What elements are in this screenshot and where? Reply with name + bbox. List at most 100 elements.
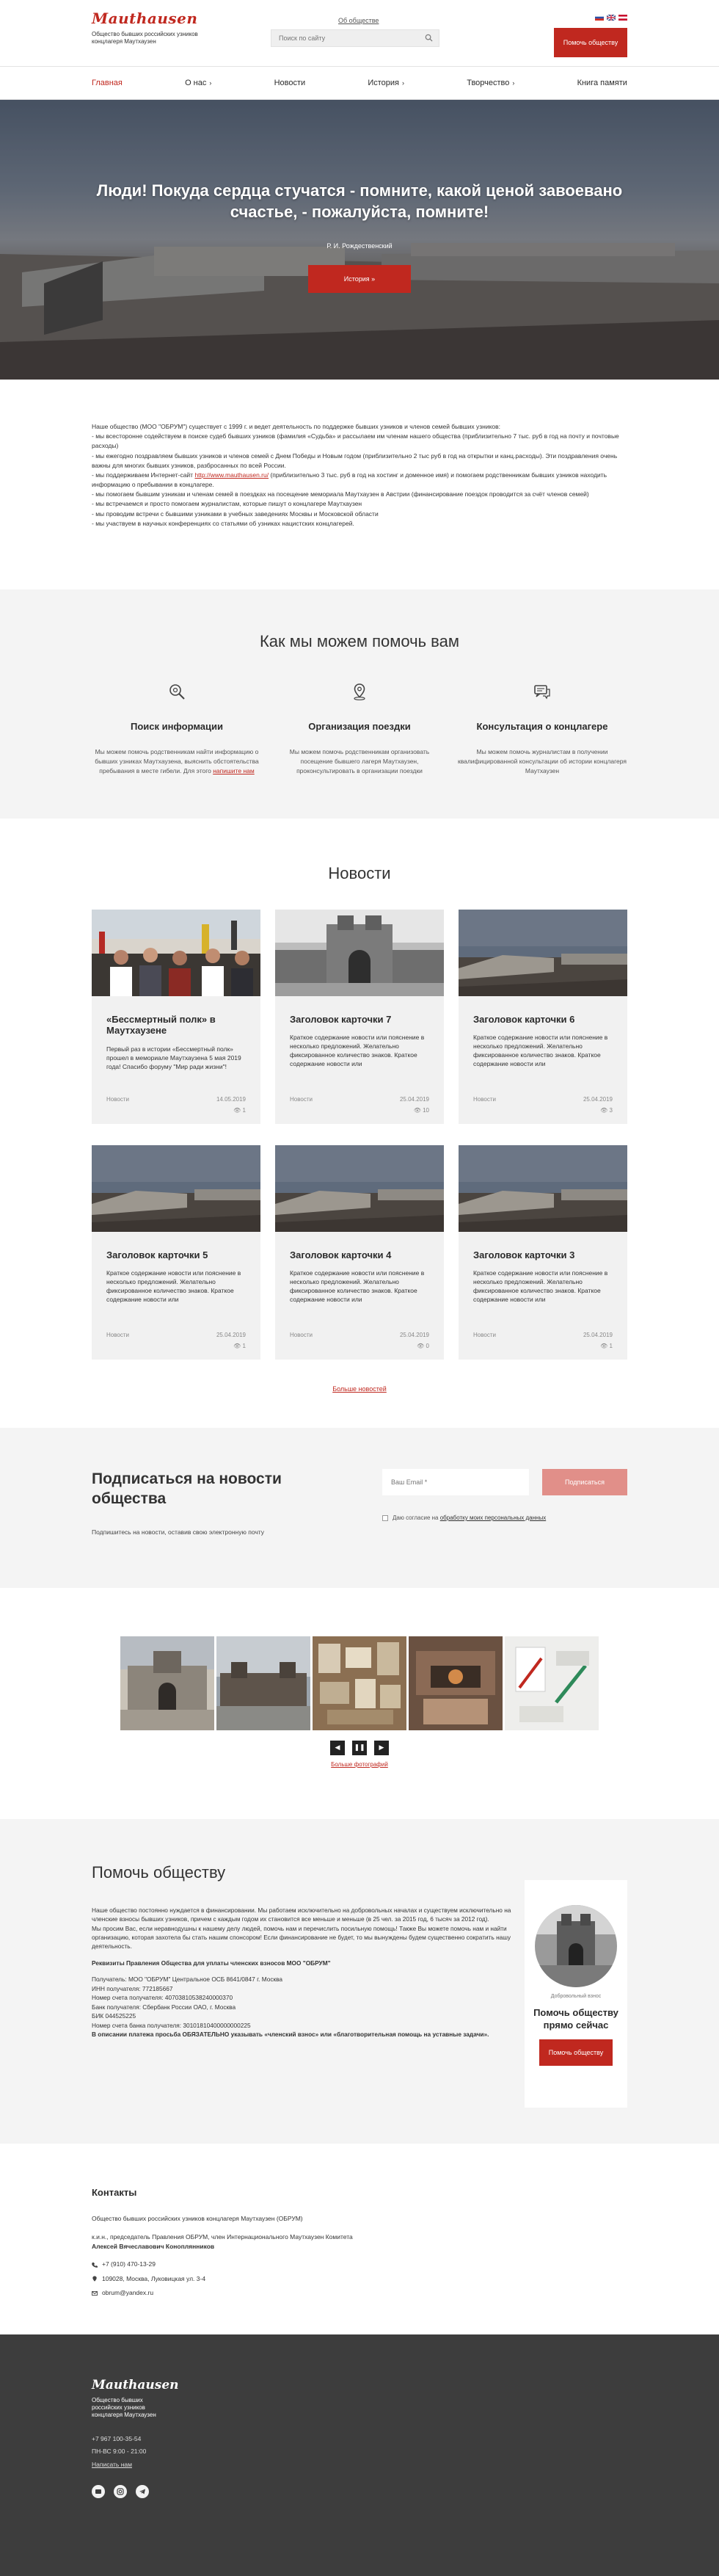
gallery-photo[interactable] [505, 1636, 599, 1730]
intro-paragraph: - мы помогаем бывшим узникам и членам се… [92, 490, 589, 498]
about-link[interactable]: Об обществе [338, 16, 379, 25]
hero-history-button[interactable]: История » [308, 265, 411, 294]
news-card-date: 25.04.2019 [399, 1332, 429, 1339]
consent-row: Даю согласие на обработку моих персональ… [382, 1514, 627, 1523]
help-item-title: Организация поездки [308, 720, 411, 732]
phone-icon [92, 2262, 98, 2268]
nav-label: Главная [92, 78, 123, 87]
news-card-date: 25.04.2019 [216, 1332, 246, 1339]
nav-item-memory-book[interactable]: Книга памяти [577, 78, 627, 89]
hero-content: Люди! Покуда сердца стучатся - помните, … [0, 181, 719, 294]
news-card-footer: Новости 25.04.2019 👁 0 [290, 1332, 429, 1351]
write-us-link[interactable]: напишите нам [213, 767, 255, 774]
contact-phone[interactable]: +7 (910) 470-13-29 [92, 2260, 627, 2268]
prev-arrow-icon[interactable]: ◀ [330, 1741, 345, 1755]
requisite-line: Номер счета получателя: 4070381053824000… [92, 1994, 233, 2002]
news-card-footer: Новости 25.04.2019 👁 1 [473, 1332, 613, 1351]
news-card-date: 25.04.2019 [583, 1096, 613, 1103]
nav-label: История [368, 78, 400, 87]
eye-icon: 👁 [417, 1342, 425, 1349]
help-columns: Поиск информации Мы можем помочь родстве… [92, 682, 627, 776]
flag-en-icon[interactable] [607, 15, 616, 21]
news-card-footer: Новости 25.04.2019 👁 1 [106, 1332, 246, 1351]
news-card-category: Новости [473, 1096, 496, 1103]
vk-icon[interactable] [92, 2485, 105, 2499]
more-news-link[interactable]: Больше новостей [92, 1385, 627, 1393]
news-card-category: Новости [473, 1332, 496, 1339]
flag-ru-icon[interactable] [595, 15, 604, 21]
next-arrow-icon[interactable]: ▶ [374, 1741, 389, 1755]
social-links [92, 2485, 627, 2499]
intro-site-link[interactable]: http://www.mauthausen.ru/ [194, 471, 269, 479]
consent-checkbox[interactable] [382, 1515, 388, 1522]
gallery-section: ◀ ❚❚ ▶ Больше фотографий [0, 1588, 719, 1819]
help-item-trip: Организация поездки Мы можем помочь родс… [274, 682, 445, 776]
language-switcher [595, 15, 627, 21]
news-card-footer: Новости 25.04.2019 👁 3 [473, 1096, 613, 1115]
instagram-icon[interactable] [114, 2485, 127, 2499]
news-card-date: 14.05.2019 [216, 1096, 246, 1103]
search-input[interactable] [271, 30, 411, 46]
nav-item-news[interactable]: Новости [274, 78, 306, 89]
privacy-link[interactable]: обработку моих персональных данных [440, 1514, 546, 1521]
flag-de-icon[interactable] [618, 15, 627, 21]
news-card-text: Краткое содержание новости или пояснение… [106, 1269, 241, 1303]
news-card-text: Краткое содержание новости или пояснение… [473, 1034, 608, 1067]
news-card[interactable]: Заголовок карточки 6 Краткое содержание … [459, 909, 627, 1124]
intro-paragraph: - мы поддерживаем Интернет-сайт http://w… [92, 471, 627, 490]
nav-item-creativity[interactable]: Творчество › [467, 78, 514, 89]
donate-note: В описании платежа просьба ОБЯЗАТЕЛЬНО у… [92, 2030, 489, 2038]
footer-logo-subtitle: Общество бывших российских узников концл… [92, 2396, 156, 2418]
site-footer: Mauthausen Общество бывших российских уз… [0, 2334, 719, 2576]
footer-phone[interactable]: +7 967 100-35-54 [92, 2435, 627, 2443]
email-field[interactable] [382, 1469, 529, 1495]
news-card-category: Новости [106, 1332, 129, 1339]
news-card-text: Первый раз в истории «Бессмертный полк» … [106, 1045, 241, 1070]
eye-icon: 👁 [600, 1106, 608, 1114]
news-card[interactable]: Заголовок карточки 3 Краткое содержание … [459, 1144, 627, 1360]
news-card[interactable]: Заголовок карточки 5 Краткое содержание … [92, 1144, 260, 1360]
subscribe-button[interactable]: Подписаться [542, 1469, 627, 1495]
news-card-text: Краткое содержание новости или пояснение… [473, 1269, 608, 1303]
donate-paragraph: Наше общество постоянно нуждается в фина… [92, 1906, 511, 1923]
nav-label: Новости [274, 78, 306, 87]
donate-text: Наше общество постоянно нуждается в фина… [92, 1906, 530, 2039]
requisite-line: БИК 044525225 [92, 2012, 136, 2020]
main-nav: Главная О нас › Новости История › Творчест… [0, 66, 719, 100]
footer-logo[interactable]: Mauthausen [92, 2377, 627, 2394]
news-card[interactable]: «Бессмертный полк» в Маутхаузене Первый … [92, 909, 260, 1124]
chat-icon [534, 684, 550, 700]
nav-item-about[interactable]: О нас › [185, 78, 211, 89]
help-item-title: Консультация о концлагере [476, 720, 608, 732]
pause-icon[interactable]: ❚❚ [352, 1741, 367, 1755]
contact-email[interactable]: obrum@yandex.ru [92, 2289, 627, 2297]
header-help-button[interactable]: Помочь обществу [554, 28, 627, 57]
subscribe-form: Подписаться Даю согласие на обработку мо… [382, 1469, 627, 1523]
donate-button[interactable]: Помочь обществу [539, 2039, 613, 2067]
contact-address-text: 109028, Москва, Луковицкая ул. 3-4 [102, 2274, 206, 2282]
gallery-photo[interactable] [409, 1636, 503, 1730]
site-logo[interactable]: Mauthausen Общество бывших российских уз… [92, 9, 216, 46]
gallery-photo[interactable] [120, 1636, 214, 1730]
nav-item-history[interactable]: История › [368, 78, 404, 89]
hero-banner: Люди! Покуда сердца стучатся - помните, … [0, 100, 719, 380]
help-title: Как мы можем помочь вам [259, 632, 459, 650]
chevron-right-icon: › [512, 79, 515, 87]
donate-paragraph: Мы просим Вас, если неравнодушны к нашем… [92, 1924, 511, 1951]
contacts-list: +7 (910) 470-13-29 109028, Москва, Луков… [92, 2260, 627, 2297]
logo-subtitle: Общество бывших российских узников концл… [92, 31, 198, 45]
telegram-icon[interactable] [136, 2485, 149, 2499]
footer-write-link[interactable]: Написать нам [92, 2461, 627, 2469]
intro-text: - мы поддерживаем Интернет-сайт [92, 471, 195, 479]
gallery-photo[interactable] [313, 1636, 406, 1730]
news-card-date: 25.04.2019 [399, 1096, 429, 1103]
news-card[interactable]: Заголовок карточки 7 Краткое содержание … [275, 909, 444, 1124]
search-icon[interactable] [425, 34, 433, 42]
more-photos-link[interactable]: Больше фотографий [0, 1761, 719, 1769]
news-card[interactable]: Заголовок карточки 4 Краткое содержание … [275, 1144, 444, 1360]
gallery-row [0, 1636, 719, 1730]
donate-requisites-title: Реквизиты Правления Общества для уплаты … [92, 1959, 331, 1967]
gallery-photo[interactable] [216, 1636, 310, 1730]
contacts-title: Контакты [92, 2187, 137, 2198]
nav-item-home[interactable]: Главная [92, 78, 123, 89]
